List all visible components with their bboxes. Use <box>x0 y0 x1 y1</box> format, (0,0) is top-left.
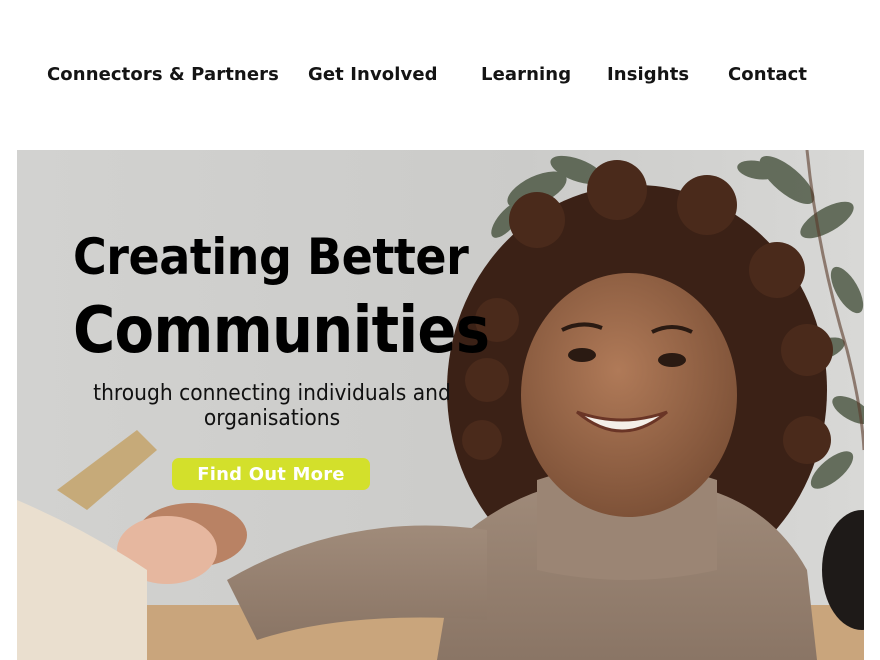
nav-item-get-involved[interactable]: Get Involved <box>308 64 438 85</box>
find-out-more-button[interactable]: Find Out More <box>172 458 370 490</box>
main-navigation: Connectors & Partners Get Involved Learn… <box>0 0 880 150</box>
nav-item-contact[interactable]: Contact <box>728 64 807 85</box>
hero-banner: Creating Better Communities through conn… <box>17 150 864 660</box>
hero-subheading: through connecting individuals and organ… <box>93 381 451 431</box>
nav-item-insights[interactable]: Insights <box>607 64 689 85</box>
hero-headline-line1: Creating Better <box>73 228 469 286</box>
hero-headline-line2: Communities <box>73 294 490 368</box>
nav-item-connectors-partners[interactable]: Connectors & Partners <box>47 64 279 85</box>
nav-item-learning[interactable]: Learning <box>481 64 571 85</box>
